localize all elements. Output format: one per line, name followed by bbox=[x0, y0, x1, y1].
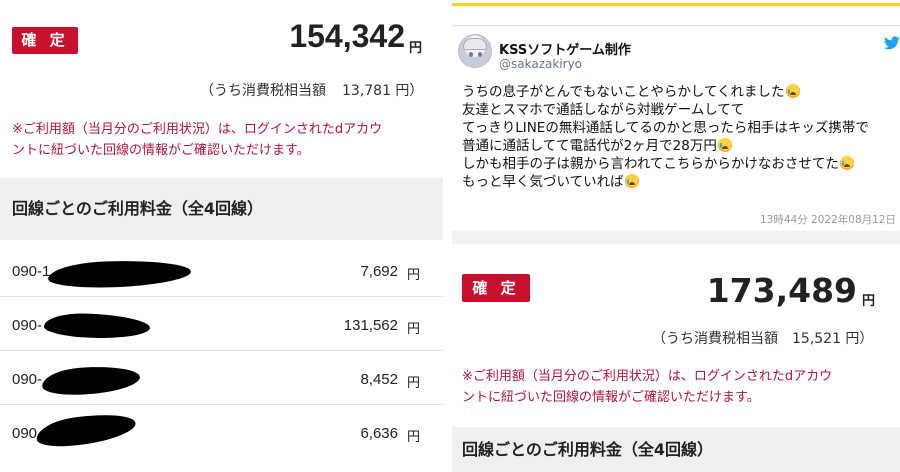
crying-face-icon bbox=[839, 156, 854, 170]
notice-line-1: ※ご利用額（当月分のご利用状況）は、ログインされたdアカウ bbox=[12, 122, 383, 137]
tax-label: （うち消費税相当額 bbox=[200, 83, 326, 99]
tweet-line: 友達とスマホで通話しながら対戦ゲームしてて bbox=[462, 102, 745, 118]
tweet-top-accent bbox=[452, 3, 900, 6]
phone-number: 090- bbox=[12, 317, 43, 334]
confirmed-badge: 確 定 bbox=[12, 27, 78, 54]
crying-face-icon bbox=[624, 174, 639, 188]
line-fee: 8,452 bbox=[360, 371, 398, 388]
crying-face-icon bbox=[785, 84, 800, 98]
confirmed-badge: 確 定 bbox=[462, 274, 530, 302]
total-amount: 154,342 bbox=[289, 18, 405, 54]
tweet-timestamp[interactable]: 13時44分 2022年08月12日 bbox=[760, 212, 896, 227]
redaction-mark bbox=[43, 312, 151, 340]
line-fee-yen: 円 bbox=[407, 322, 421, 337]
tweet-author-handle[interactable]: @sakazakiryo bbox=[499, 57, 582, 71]
line-row[interactable]: 090- 8,452 円 bbox=[0, 363, 443, 425]
phone-number: 090 bbox=[12, 425, 38, 442]
lines-section-title: 回線ごとのご利用料金（全4回線） bbox=[0, 178, 443, 240]
row-divider bbox=[0, 350, 443, 351]
avatar-eye bbox=[478, 52, 482, 57]
line-row[interactable]: 090 6,636 円 bbox=[0, 409, 443, 472]
row-divider bbox=[0, 404, 443, 405]
tweet-author-name[interactable]: KSSソフトゲーム制作 bbox=[499, 39, 631, 58]
tweet-line: うちの息子がとんでもないことやらかしてくれました bbox=[462, 83, 894, 101]
row-divider bbox=[0, 296, 443, 297]
line-row[interactable]: 090- 131,562 円 bbox=[0, 312, 443, 371]
tax-value: 15,521 円） bbox=[792, 331, 874, 347]
tweet-line: もっと早く気づいていれば bbox=[462, 173, 894, 191]
redaction-mark bbox=[47, 258, 192, 290]
total-yen-unit: 円 bbox=[409, 41, 423, 56]
tax-value: 13,781 円） bbox=[342, 83, 424, 99]
phone-number: 090-1 bbox=[12, 263, 51, 280]
notice-line-1: ※ご利用額（当月分のご利用状況）は、ログインされたdアカウ bbox=[462, 369, 833, 384]
panel-gap bbox=[452, 231, 900, 244]
line-fee-yen: 円 bbox=[407, 430, 421, 445]
left-bill-panel: 確 定 154,342 円 （うち消費税相当額 13,781 円） ※ご利用額（… bbox=[0, 0, 443, 472]
notice-line-2: ントに紐づいた回線の情報がご確認いただけます。 bbox=[12, 143, 310, 158]
tax-label: （うち消費税相当額 bbox=[652, 331, 778, 347]
twitter-bird-icon[interactable] bbox=[884, 36, 900, 50]
crying-face-icon bbox=[717, 138, 732, 152]
line-fee: 7,692 bbox=[360, 263, 398, 280]
line-fee-yen: 円 bbox=[407, 376, 421, 391]
line-fee: 6,636 bbox=[360, 425, 398, 442]
avatar-hair bbox=[463, 38, 487, 50]
tweet-line: 普通に通話してて電話代が2ヶ月で28万円 bbox=[462, 137, 894, 155]
line-row[interactable]: 090-1 7,692 円 bbox=[0, 258, 443, 317]
tweet-card[interactable]: KSSソフトゲーム制作 @sakazakiryo うちの息子がとんでもないことや… bbox=[452, 25, 900, 231]
right-bill-panel: 確 定 173,489 円 （うち消費税相当額 15,521 円） ※ご利用額（… bbox=[452, 244, 900, 472]
notice-line-2: ントに紐づいた回線の情報がご確認いただけます。 bbox=[462, 390, 760, 405]
usage-notice: ※ご利用額（当月分のご利用状況）は、ログインされたdアカウ ントに紐づいた回線の… bbox=[462, 366, 892, 408]
total-yen-unit: 円 bbox=[862, 294, 876, 309]
lines-section-title: 回線ごとのご利用料金（全4回線） bbox=[452, 427, 900, 472]
tweet-line: しかも相手の子は親から言われてこちらからかけなおさせてた bbox=[462, 155, 894, 173]
tweet-line: てっきりLINEの無料通話してるのかと思ったら相手はキッズ携帯で bbox=[462, 120, 869, 136]
total-amount: 173,489 bbox=[706, 271, 857, 310]
line-fee-yen: 円 bbox=[407, 268, 421, 283]
tweet-body: うちの息子がとんでもないことやらかしてくれました 友達とスマホで通話しながら対戦… bbox=[462, 83, 894, 191]
avatar-eye bbox=[469, 52, 473, 57]
line-fee: 131,562 bbox=[343, 317, 398, 334]
usage-notice: ※ご利用額（当月分のご利用状況）は、ログインされたdアカウ ントに紐づいた回線の… bbox=[12, 119, 432, 161]
avatar[interactable] bbox=[458, 34, 492, 68]
phone-number: 090- bbox=[12, 371, 43, 388]
